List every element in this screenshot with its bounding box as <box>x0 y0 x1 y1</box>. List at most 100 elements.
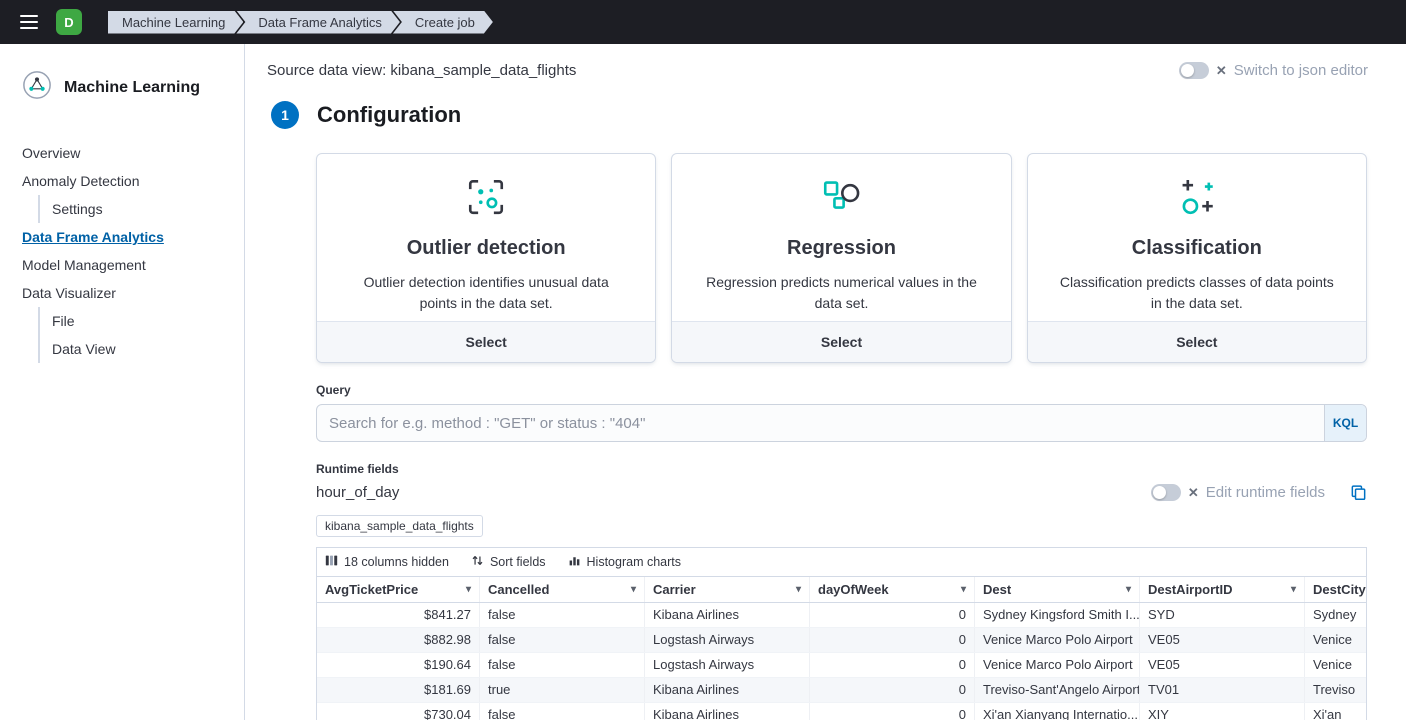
table-cell[interactable]: false <box>480 653 645 677</box>
edit-runtime-fields-toggle[interactable] <box>1151 484 1181 501</box>
sort-icon <box>471 554 484 570</box>
analysis-type-cards: Outlier detection Outlier detection iden… <box>316 153 1367 363</box>
runtime-fields-left: Runtime fields hour_of_day <box>316 444 399 501</box>
breadcrumb-data-frame-analytics[interactable]: Data Frame Analytics <box>236 11 400 34</box>
outlier-detection-card[interactable]: Outlier detection Outlier detection iden… <box>316 153 656 363</box>
chevron-down-icon[interactable]: ▾ <box>631 584 636 595</box>
column-header-destairportid[interactable]: DestAirportID▾ <box>1140 577 1305 602</box>
main-top-bar: Source data view: kibana_sample_data_fli… <box>267 62 1368 79</box>
table-cell[interactable]: $181.69 <box>317 678 480 702</box>
regression-card[interactable]: Regression Regression predicts numerical… <box>671 153 1011 363</box>
column-header-label: DestCityName <box>1313 582 1367 597</box>
regression-icon <box>820 176 862 223</box>
breadcrumb: Machine Learning Data Frame Analytics Cr… <box>108 11 493 34</box>
sidebar-item-data-visualizer[interactable]: Data Visualizer <box>22 279 226 307</box>
runtime-fields-row: Runtime fields hour_of_day ✕ Edit runtim… <box>316 444 1367 501</box>
column-header-label: Dest <box>983 582 1011 597</box>
table-cell[interactable]: XIY <box>1140 703 1305 720</box>
data-view-badge: kibana_sample_data_flights <box>316 515 483 537</box>
table-cell[interactable]: $730.04 <box>317 703 480 720</box>
card-description: Regression predicts numerical values in … <box>698 272 984 314</box>
table-cell[interactable]: false <box>480 703 645 720</box>
chevron-down-icon[interactable]: ▾ <box>796 584 801 595</box>
kql-button[interactable]: KQL <box>1324 405 1366 441</box>
page-title: Configuration <box>317 102 461 128</box>
table-cell[interactable]: Treviso <box>1305 678 1367 702</box>
table-cell[interactable]: Xi'an Xianyang Internatio... <box>975 703 1140 720</box>
table-cell[interactable]: Sydney <box>1305 603 1367 627</box>
chevron-down-icon[interactable]: ▾ <box>1291 584 1296 595</box>
classification-card[interactable]: Classification Classification predicts c… <box>1027 153 1367 363</box>
column-header-avgticketprice[interactable]: AvgTicketPrice ▾ <box>317 577 480 602</box>
card-title: Regression <box>787 237 896 260</box>
table-cell[interactable]: Logstash Airways <box>645 653 810 677</box>
sidebar-item-data-view[interactable]: Data View <box>38 335 226 363</box>
table-cell[interactable]: 0 <box>810 653 975 677</box>
chevron-down-icon[interactable]: ▾ <box>1126 584 1131 595</box>
select-classification-button[interactable]: Select <box>1028 321 1366 362</box>
sort-fields-button[interactable]: Sort fields <box>471 554 546 570</box>
table-row: $190.64falseLogstash Airways0Venice Marc… <box>317 653 1367 678</box>
table-cell[interactable]: false <box>480 603 645 627</box>
toggle-off-x-icon: ✕ <box>1216 64 1227 77</box>
column-header-dest[interactable]: Dest ▾ <box>975 577 1140 602</box>
column-header-destcityname[interactable]: DestCityName▾ <box>1305 577 1367 602</box>
table-cell[interactable]: 0 <box>810 628 975 652</box>
runtime-field-name: hour_of_day <box>316 484 399 501</box>
column-header-label: Cancelled <box>488 582 549 597</box>
select-regression-button[interactable]: Select <box>672 321 1010 362</box>
table-cell[interactable]: Venice <box>1305 628 1367 652</box>
table-cell[interactable]: SYD <box>1140 603 1305 627</box>
sidebar-title: Machine Learning <box>64 79 200 97</box>
table-cell[interactable]: Kibana Airlines <box>645 603 810 627</box>
table-cell[interactable]: TV01 <box>1140 678 1305 702</box>
table-cell[interactable]: 0 <box>810 603 975 627</box>
machine-learning-icon <box>22 70 52 105</box>
json-editor-toggle[interactable] <box>1179 62 1209 79</box>
select-outlier-detection-button[interactable]: Select <box>317 321 655 362</box>
search-input[interactable] <box>316 404 1367 442</box>
table-cell[interactable]: Xi'an <box>1305 703 1367 720</box>
chevron-down-icon[interactable]: ▾ <box>961 584 966 595</box>
table-cell[interactable]: Treviso-Sant'Angelo Airport <box>975 678 1140 702</box>
card-body: Regression Regression predicts numerical… <box>672 154 1010 321</box>
breadcrumb-create-job[interactable]: Create job <box>393 11 493 34</box>
menu-icon[interactable] <box>16 9 42 35</box>
sidebar-item-file[interactable]: File <box>38 307 226 335</box>
grid-header-row: AvgTicketPrice▾Cancelled▾Carrier▾dayOfWe… <box>317 577 1367 603</box>
table-cell[interactable]: 0 <box>810 703 975 720</box>
sidebar-item-model-management[interactable]: Model Management <box>22 251 226 279</box>
table-cell[interactable]: true <box>480 678 645 702</box>
table-cell[interactable]: Venice <box>1305 653 1367 677</box>
table-cell[interactable]: Kibana Airlines <box>645 678 810 702</box>
column-header-label: dayOfWeek <box>818 582 889 597</box>
table-cell[interactable]: Venice Marco Polo Airport <box>975 653 1140 677</box>
columns-icon <box>325 554 338 570</box>
table-cell[interactable]: VE05 <box>1140 628 1305 652</box>
space-avatar[interactable]: D <box>56 9 82 35</box>
sidebar-item-data-frame-analytics[interactable]: Data Frame Analytics <box>22 223 226 251</box>
table-cell[interactable]: Kibana Airlines <box>645 703 810 720</box>
copy-icon[interactable] <box>1350 484 1367 501</box>
table-cell[interactable]: false <box>480 628 645 652</box>
sidebar-item-overview[interactable]: Overview <box>22 139 226 167</box>
columns-hidden-button[interactable]: 18 columns hidden <box>325 554 449 570</box>
table-cell[interactable]: $882.98 <box>317 628 480 652</box>
table-cell[interactable]: $190.64 <box>317 653 480 677</box>
histogram-charts-button[interactable]: Histogram charts <box>568 554 681 570</box>
table-cell[interactable]: Logstash Airways <box>645 628 810 652</box>
column-header-carrier[interactable]: Carrier▾ <box>645 577 810 602</box>
column-header-cancelled[interactable]: Cancelled ▾ <box>480 577 645 602</box>
table-cell[interactable]: 0 <box>810 678 975 702</box>
table-cell[interactable]: Sydney Kingsford Smith I... <box>975 603 1140 627</box>
table-cell[interactable]: VE05 <box>1140 653 1305 677</box>
column-header-label: AvgTicketPrice <box>325 582 418 597</box>
column-header-dayofweek[interactable]: dayOfWeek ▾ <box>810 577 975 602</box>
breadcrumb-machine-learning[interactable]: Machine Learning <box>108 11 243 34</box>
chevron-down-icon[interactable]: ▾ <box>466 584 471 595</box>
sidebar-item-settings[interactable]: Settings <box>38 195 226 223</box>
table-cell[interactable]: Venice Marco Polo Airport <box>975 628 1140 652</box>
sidebar-item-anomaly-detection[interactable]: Anomaly Detection <box>22 167 226 195</box>
table-cell[interactable]: $841.27 <box>317 603 480 627</box>
histogram-icon <box>568 554 581 570</box>
